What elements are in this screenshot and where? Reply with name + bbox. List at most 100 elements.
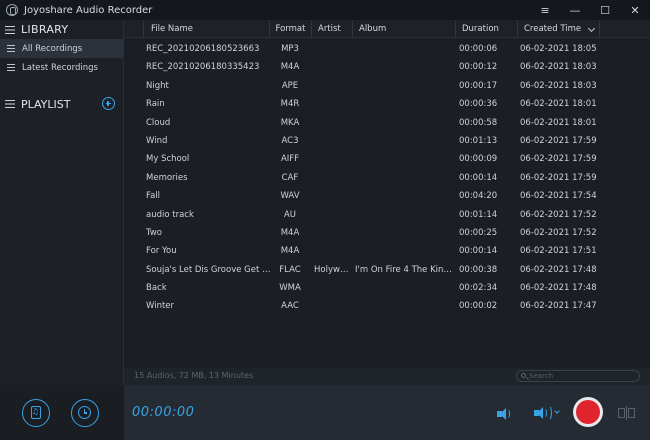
cell-format: AU <box>283 209 297 220</box>
search-box[interactable] <box>516 370 640 382</box>
menu-button[interactable]: ≡ <box>530 0 560 20</box>
table-row[interactable]: Winter AAC 00:00:02 06-02-2021 17:47 <box>124 297 650 315</box>
table-row[interactable]: REC_20210206180523663 MP3 00:00:06 06-02-20… <box>124 40 650 58</box>
sidebar-item-label: All Recordings <box>22 43 83 54</box>
table-row[interactable]: My School AIFF 00:00:09 06-02-2021 17:59 <box>124 150 650 168</box>
cell-file-name: Cloud <box>146 117 171 128</box>
playlist-header[interactable]: PLAYLIST <box>0 95 124 113</box>
table-row[interactable]: Wind AC3 00:01:13 06-02-2021 17:59 <box>124 132 650 150</box>
minimize-button[interactable]: — <box>560 0 590 20</box>
table-row[interactable]: Back WMA 00:02:34 06-02-2021 17:48 <box>124 279 650 297</box>
close-button[interactable]: ✕ <box>620 0 650 20</box>
window-controls: ≡ — ☐ ✕ <box>530 0 650 20</box>
cell-duration: 00:00:38 <box>459 264 498 275</box>
plus-circle-icon[interactable] <box>102 97 115 110</box>
table-row[interactable]: Memories CAF 00:00:14 06-02-2021 17:59 <box>124 169 650 187</box>
cell-format: CAF <box>281 172 299 183</box>
cell-album <box>355 169 455 187</box>
table-row[interactable]: Fall WAV 00:04:20 06-02-2021 17:54 <box>124 187 650 205</box>
cell-artist <box>314 187 352 205</box>
title-bar: Joyoshare Audio Recorder ≡ — ☐ ✕ <box>0 0 650 20</box>
sound-wave-icon <box>544 405 552 421</box>
split-left-pane <box>618 408 625 418</box>
cell-format: M4A <box>280 227 300 238</box>
cell-album <box>355 297 455 315</box>
cell-created-time: 06-02-2021 18:03 <box>520 80 597 91</box>
cell-format: M4A <box>280 62 300 73</box>
table-row[interactable]: audio track AU 00:01:14 06-02-2021 17:52 <box>124 206 650 224</box>
cell-artist <box>314 58 352 76</box>
cell-created-time: 06-02-2021 17:52 <box>520 227 597 238</box>
sidebar-item-latest-recordings[interactable]: Latest Recordings <box>0 58 123 77</box>
cell-album <box>355 242 455 260</box>
table-row[interactable]: Night APE 00:00:17 06-02-2021 18:03 <box>124 77 650 95</box>
system-audio-button[interactable] <box>497 407 515 421</box>
cell-duration: 00:00:17 <box>459 80 498 91</box>
cell-album <box>355 114 455 132</box>
task-schedule-button[interactable] <box>71 399 99 427</box>
cell-artist <box>314 279 352 297</box>
table-row[interactable]: Rain M4R 00:00:36 06-02-2021 18:01 <box>124 95 650 113</box>
cell-duration: 00:00:02 <box>459 301 498 312</box>
cell-artist <box>314 114 352 132</box>
cell-format: AIFF <box>280 154 300 165</box>
cell-created-time: 06-02-2021 17:48 <box>520 283 597 294</box>
table-row[interactable]: REC_20210206180335423 M4A 00:00:12 06-02-20… <box>124 58 650 76</box>
cell-album <box>355 132 455 150</box>
cell-artist <box>314 297 352 315</box>
cell-file-name: Back <box>146 283 167 294</box>
cell-duration: 00:02:34 <box>459 283 498 294</box>
cell-album <box>355 58 455 76</box>
recording-timer: 00:00:00 <box>132 405 195 420</box>
sidebar-item-all-recordings[interactable]: All Recordings <box>0 39 123 58</box>
cell-artist <box>314 132 352 150</box>
cell-created-time: 06-02-2021 17:59 <box>520 172 597 183</box>
column-header-duration[interactable]: Duration <box>456 20 518 38</box>
app-title: Joyoshare Audio Recorder <box>24 4 153 16</box>
hamburger-icon <box>5 100 15 108</box>
cell-duration: 00:00:14 <box>459 172 498 183</box>
audio-library-button[interactable] <box>22 399 50 427</box>
table-row[interactable]: Cloud MKA 00:00:58 06-02-2021 18:01 <box>124 114 650 132</box>
split-view-icon[interactable] <box>618 406 636 420</box>
column-header-format[interactable]: Format <box>270 20 312 38</box>
list-icon <box>7 45 15 52</box>
cell-album <box>355 77 455 95</box>
cell-artist <box>314 224 352 242</box>
table-row[interactable]: For You M4A 00:00:14 06-02-2021 17:51 <box>124 242 650 260</box>
speaker-icon <box>497 408 506 420</box>
cell-album <box>355 279 455 297</box>
cell-artist <box>314 95 352 113</box>
cell-file-name: REC_20210206180523663 <box>146 44 260 54</box>
column-header-artist[interactable]: Artist <box>312 20 353 38</box>
cell-format: AC3 <box>281 135 299 146</box>
created-time-label: Created Time <box>524 24 582 34</box>
cell-created-time: 06-02-2021 17:48 <box>520 264 597 275</box>
table-row[interactable]: Two M4A 00:00:25 06-02-2021 17:52 <box>124 224 650 242</box>
maximize-button[interactable]: ☐ <box>590 0 620 20</box>
record-button[interactable] <box>573 397 603 427</box>
column-header-created-time[interactable]: Created Time <box>518 20 600 38</box>
cell-file-name: Wind <box>146 135 168 146</box>
bottom-left-controls <box>0 385 124 440</box>
split-right-pane <box>628 408 635 418</box>
cell-artist <box>314 242 352 260</box>
cell-artist <box>314 206 352 224</box>
speaker-waves-icon <box>534 407 543 419</box>
app-logo-icon <box>6 4 18 16</box>
sound-wave-icon <box>505 409 510 419</box>
sidebar-item-label: Latest Recordings <box>22 62 98 73</box>
column-header-album[interactable]: Album <box>353 20 456 38</box>
recordings-panel: File Name Format Artist Album Duration C… <box>124 20 650 385</box>
column-header-file-name[interactable]: File Name <box>144 20 270 38</box>
cell-created-time: 06-02-2021 17:54 <box>520 191 597 202</box>
cell-format: FLAC <box>279 264 301 275</box>
search-input[interactable] <box>529 371 637 381</box>
cell-file-name: For You <box>146 246 177 257</box>
sidebar: LIBRARY All Recordings Latest Recordings… <box>0 20 124 385</box>
table-row[interactable]: Souja's Let Dis Groove Get U... FLAC Holyw… <box>124 261 650 279</box>
library-header[interactable]: LIBRARY <box>0 20 123 39</box>
cell-created-time: 06-02-2021 18:05 <box>520 44 597 54</box>
microphone-audio-button[interactable] <box>534 405 560 421</box>
chevron-down-icon[interactable] <box>554 408 560 414</box>
